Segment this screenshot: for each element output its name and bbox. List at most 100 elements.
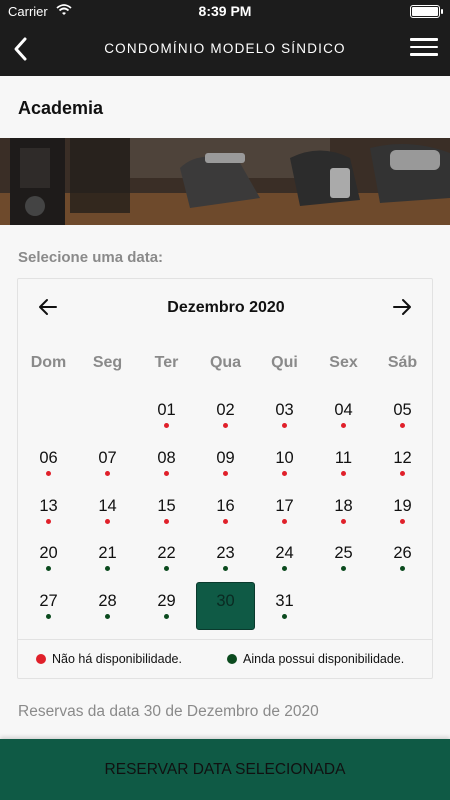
legend-available-dot: [227, 654, 237, 664]
calendar-day[interactable]: 08: [137, 449, 196, 495]
calendar-day[interactable]: 27: [19, 592, 78, 638]
calendar-day[interactable]: 17: [255, 497, 314, 543]
arrow-right-icon[interactable]: [388, 293, 416, 321]
calendar-day[interactable]: 02: [196, 401, 255, 447]
weekday-label: Ter: [154, 354, 179, 371]
day-number: 16: [216, 497, 235, 515]
gym-photo: [0, 138, 450, 225]
available-dot: [105, 614, 110, 619]
day-number: 25: [334, 544, 353, 562]
reserve-date-button[interactable]: RESERVAR DATA SELECIONADA: [0, 739, 450, 800]
calendar-day[interactable]: 16: [196, 497, 255, 543]
calendar-day[interactable]: 03: [255, 401, 314, 447]
calendar-month: Dezembro 2020: [167, 299, 285, 316]
navbar-title: CONDOMÍNIO MODELO SÍNDICO: [104, 41, 346, 56]
reservations-text: Reservas da data 30 de Dezembro de 2020: [18, 703, 319, 720]
unavailable-dot: [341, 471, 346, 476]
day-number: 23: [216, 544, 235, 562]
day-number: 11: [334, 449, 353, 467]
day-number: 26: [393, 544, 412, 562]
calendar-day[interactable]: 05: [373, 401, 432, 447]
day-number: 14: [98, 497, 117, 515]
day-number: 10: [275, 449, 294, 467]
calendar-day[interactable]: 11: [314, 449, 373, 495]
available-dot: [164, 614, 169, 619]
unavailable-dot: [341, 423, 346, 428]
calendar-day[interactable]: 18: [314, 497, 373, 543]
day-number: 04: [334, 401, 353, 419]
available-dot: [341, 566, 346, 571]
calendar-day[interactable]: 30: [196, 582, 255, 638]
calendar: Dezembro 2020 Dom Seg Ter Qua Qui Sex Sáb 01 02…: [17, 278, 433, 679]
available-dot: [282, 614, 287, 619]
page-title: Academia: [18, 98, 104, 118]
calendar-day[interactable]: 12: [373, 449, 432, 495]
calendar-day[interactable]: 01: [137, 401, 196, 447]
available-dot: [46, 614, 51, 619]
weekday-label: Sex: [329, 354, 358, 371]
battery-icon: [410, 5, 443, 18]
day-number: 29: [157, 592, 176, 610]
reserve-date-button-label: RESERVAR DATA SELECIONADA: [104, 761, 346, 778]
day-number: 01: [157, 401, 176, 419]
status-bar: Carrier 8:39 PM: [0, 0, 450, 22]
calendar-day[interactable]: 10: [255, 449, 314, 495]
available-dot: [400, 566, 405, 571]
unavailable-dot: [164, 519, 169, 524]
calendar-day[interactable]: 31: [255, 592, 314, 638]
calendar-day[interactable]: 20: [19, 544, 78, 590]
unavailable-dot: [164, 471, 169, 476]
day-number: 09: [216, 449, 235, 467]
calendar-day[interactable]: 15: [137, 497, 196, 543]
weekday-label: Seg: [92, 354, 123, 371]
available-dot: [223, 566, 228, 571]
calendar-day[interactable]: 09: [196, 449, 255, 495]
navbar: CONDOMÍNIO MODELO SÍNDICO: [0, 22, 450, 76]
calendar-day[interactable]: 07: [78, 449, 137, 495]
day-number: 03: [275, 401, 294, 419]
hamburger-menu-icon[interactable]: [410, 38, 438, 60]
calendar-day[interactable]: 25: [314, 544, 373, 590]
calendar-day[interactable]: 28: [78, 592, 137, 638]
calendar-day[interactable]: 06: [19, 449, 78, 495]
calendar-day[interactable]: 14: [78, 497, 137, 543]
day-number: 24: [275, 544, 294, 562]
select-date-label: Selecione uma data:: [18, 249, 164, 266]
available-dot: [46, 566, 51, 571]
available-dot: [164, 566, 169, 571]
day-number: 13: [39, 497, 58, 515]
unavailable-dot: [282, 519, 287, 524]
unavailable-dot: [223, 423, 228, 428]
day-number: 19: [393, 497, 412, 515]
calendar-day[interactable]: 19: [373, 497, 432, 543]
unavailable-dot: [282, 423, 287, 428]
unavailable-dot: [105, 519, 110, 524]
legend-unavailable-label: Não há disponibilidade.: [52, 652, 182, 666]
unavailable-dot: [400, 519, 405, 524]
day-number: 27: [39, 592, 58, 610]
calendar-day[interactable]: 26: [373, 544, 432, 590]
calendar-day[interactable]: 21: [78, 544, 137, 590]
unavailable-dot: [46, 471, 51, 476]
unavailable-dot: [400, 423, 405, 428]
unavailable-dot: [400, 471, 405, 476]
day-number: 17: [275, 497, 294, 515]
day-number: 28: [98, 592, 117, 610]
day-number: 15: [157, 497, 176, 515]
calendar-day[interactable]: 29: [137, 592, 196, 638]
day-number: 12: [393, 449, 412, 467]
calendar-day[interactable]: 24: [255, 544, 314, 590]
day-number: 08: [157, 449, 176, 467]
day-number: 22: [157, 544, 176, 562]
calendar-day[interactable]: 04: [314, 401, 373, 447]
weekday-label: Qua: [209, 354, 242, 371]
legend-available-label: Ainda possui disponibilidade.: [243, 652, 405, 666]
weekday-label: Sáb: [387, 354, 418, 371]
day-number: 02: [216, 401, 235, 419]
calendar-day[interactable]: 13: [19, 497, 78, 543]
legend-divider: [18, 639, 432, 640]
unavailable-dot: [105, 471, 110, 476]
day-number: 30: [216, 592, 235, 610]
calendar-day[interactable]: 22: [137, 544, 196, 590]
weekday-label: Dom: [30, 354, 67, 371]
